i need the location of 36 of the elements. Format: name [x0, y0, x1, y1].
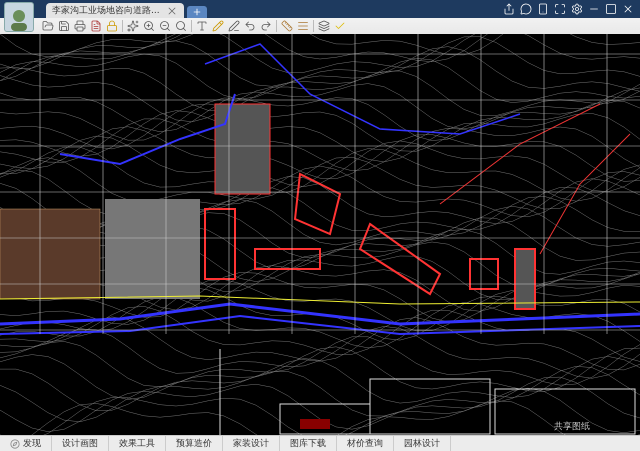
document-icon[interactable]: [90, 20, 102, 32]
close-icon[interactable]: [622, 3, 634, 15]
share-icon[interactable]: [503, 3, 515, 15]
chat-icon[interactable]: [520, 3, 532, 15]
ruler-icon[interactable]: [281, 20, 293, 32]
check-icon[interactable]: [334, 20, 346, 32]
bottom-tab[interactable]: 材价查询: [337, 436, 394, 451]
new-tab-button[interactable]: [186, 6, 207, 18]
bottom-tab[interactable]: 预算造价: [166, 436, 223, 451]
bottom-tab[interactable]: 图库下载: [280, 436, 337, 451]
fullscreen-icon[interactable]: [554, 3, 566, 15]
sparkle-icon[interactable]: [127, 20, 139, 32]
avatar[interactable]: [4, 2, 34, 32]
zoom-out-icon[interactable]: [159, 20, 171, 32]
save-icon[interactable]: [58, 20, 70, 32]
bottom-tab[interactable]: 效果工具: [109, 436, 166, 451]
bottom-tab[interactable]: 园林设计: [394, 436, 451, 451]
undo-icon[interactable]: [244, 20, 256, 32]
compass-icon: [10, 438, 20, 448]
document-tab[interactable]: 李家沟工业场地咨向道路...: [46, 3, 184, 18]
folder-icon[interactable]: [42, 20, 54, 32]
pen-icon[interactable]: [228, 20, 240, 32]
maximize-icon[interactable]: [605, 3, 617, 15]
layers-icon[interactable]: [318, 20, 330, 32]
share-label: 共享图纸: [554, 420, 590, 433]
print-icon[interactable]: [74, 20, 86, 32]
zoom-in-icon[interactable]: [143, 20, 155, 32]
phone-icon[interactable]: [537, 3, 549, 15]
plus-icon: [192, 7, 202, 17]
text-icon[interactable]: [196, 20, 208, 32]
bottom-tab[interactable]: 家装设计: [223, 436, 280, 451]
bottom-tab[interactable]: 发现: [0, 436, 52, 451]
bottom-tab[interactable]: 设计画图: [52, 436, 109, 451]
search-icon[interactable]: [175, 20, 187, 32]
redo-icon[interactable]: [260, 20, 272, 32]
settings-icon[interactable]: [571, 3, 583, 15]
